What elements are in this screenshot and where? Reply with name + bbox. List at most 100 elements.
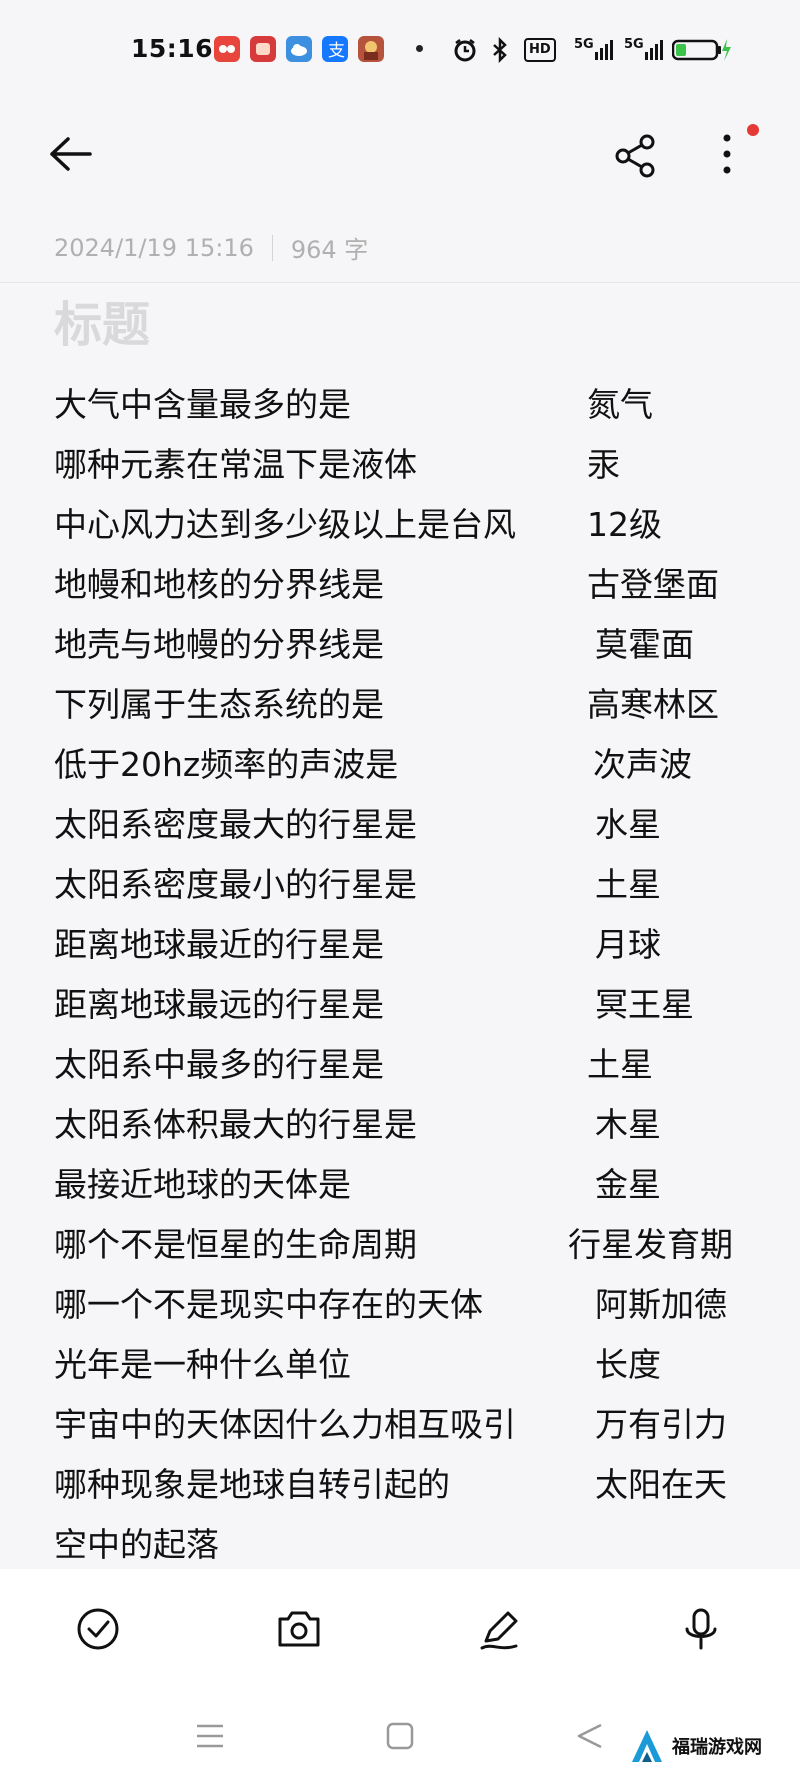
app-notification-icon-2 xyxy=(250,36,276,62)
qa-row: 地壳与地幔的分界线是 莫霍面 xyxy=(0,618,800,678)
answer-text: 长度 xyxy=(595,1345,661,1384)
qa-row: 太阳系体积最大的行星是 木星 xyxy=(0,1098,800,1158)
question-text: 最接近地球的天体是 xyxy=(54,1165,351,1204)
answer-text: 古登堡面 xyxy=(587,565,719,604)
qa-row: 最接近地球的天体是 金星 xyxy=(0,1158,800,1218)
alipay-icon: 支 xyxy=(322,36,348,62)
qa-row: 下列属于生态系统的是 高寒林区 xyxy=(0,678,800,738)
qa-row: 地幔和地核的分界线是 古登堡面 xyxy=(0,558,800,618)
more-vertical-icon xyxy=(723,134,731,174)
note-meta: 2024/1/19 15:16 964 字 xyxy=(54,230,368,265)
question-text: 哪个不是恒星的生命周期 xyxy=(54,1225,417,1264)
check-circle-icon xyxy=(77,1608,119,1650)
note-title-placeholder[interactable]: 标题 xyxy=(54,285,150,355)
note-timestamp: 2024/1/19 15:16 xyxy=(54,233,254,262)
menu-icon xyxy=(197,1724,223,1748)
qa-row: 哪种元素在常温下是液体 汞 xyxy=(0,438,800,498)
question-text: 低于20hz频率的声波是 xyxy=(54,745,399,784)
checklist-button[interactable] xyxy=(70,1601,126,1657)
qa-row: 哪个不是恒星的生命周期 行星发育期 xyxy=(0,1218,800,1278)
answer-text: 莫霍面 xyxy=(595,625,694,664)
signal-5g-icon-2: 5G xyxy=(624,36,664,64)
camera-button[interactable] xyxy=(271,1601,327,1657)
home-square-icon xyxy=(386,1722,414,1750)
answer-text: 汞 xyxy=(587,445,620,484)
status-bar: 15:16 支 HD 5G 5G xyxy=(0,0,800,100)
recent-apps-button[interactable] xyxy=(193,1719,227,1753)
hd-icon: HD xyxy=(524,36,556,64)
answer-text: 土星 xyxy=(595,865,661,904)
game-app-icon xyxy=(358,36,384,62)
answer-text: 万有引力 xyxy=(595,1405,727,1444)
back-button[interactable] xyxy=(48,134,96,174)
svg-text:支: 支 xyxy=(328,41,345,61)
answer-text: 水星 xyxy=(595,805,661,844)
answer-text: 次声波 xyxy=(593,745,692,784)
arrow-left-icon xyxy=(50,137,92,171)
qa-row: 太阳系密度最小的行星是 土星 xyxy=(0,858,800,918)
qa-row: 距离地球最近的行星是 月球 xyxy=(0,918,800,978)
answer-text: 12级 xyxy=(587,505,662,544)
bottom-toolbar xyxy=(0,1569,800,1689)
answer-text: 行星发育期 xyxy=(568,1225,733,1264)
app-notification-icon-1 xyxy=(214,36,240,62)
back-triangle-icon xyxy=(577,1723,602,1749)
qa-row: 光年是一种什么单位 长度 xyxy=(0,1338,800,1398)
more-notifications-dot xyxy=(416,45,423,52)
qa-row: 宇宙中的天体因什么力相互吸引 万有引力 xyxy=(0,1398,800,1458)
site-watermark: 福瑞游戏网 xyxy=(628,1726,762,1766)
answer-text: 木星 xyxy=(595,1105,661,1144)
alarm-icon xyxy=(452,36,478,64)
home-button[interactable] xyxy=(383,1719,417,1753)
question-text: 太阳系密度最小的行星是 xyxy=(54,865,417,904)
voice-input-button[interactable] xyxy=(673,1601,729,1657)
system-back-button[interactable] xyxy=(573,1719,607,1753)
answer-text: 氮气 xyxy=(587,385,653,424)
watermark-logo-icon xyxy=(632,1730,662,1762)
answer-text: 高寒林区 xyxy=(587,685,719,724)
qa-row: 太阳系中最多的行星是 土星 xyxy=(0,1038,800,1098)
pen-icon xyxy=(480,1611,518,1650)
answer-text: 土星 xyxy=(587,1045,653,1084)
question-text: 地幔和地核的分界线是 xyxy=(54,565,384,604)
note-word-count: 964 字 xyxy=(290,236,369,264)
share-icon xyxy=(615,134,655,178)
qa-row: 距离地球最远的行星是 冥王星 xyxy=(0,978,800,1038)
question-text: 哪种元素在常温下是液体 xyxy=(54,445,417,484)
share-button[interactable] xyxy=(612,132,660,180)
question-text: 距离地球最远的行星是 xyxy=(54,985,384,1024)
question-text: 哪种现象是地球自转引起的 xyxy=(54,1465,450,1504)
meta-divider xyxy=(271,234,273,261)
answer-text: 月球 xyxy=(595,925,661,964)
notification-badge xyxy=(747,124,759,136)
qa-row: 太阳系密度最大的行星是 水星 xyxy=(0,798,800,858)
bluetooth-icon xyxy=(490,36,510,64)
answer-text: 金星 xyxy=(595,1165,661,1204)
handwriting-button[interactable] xyxy=(472,1601,528,1657)
question-text: 距离地球最近的行星是 xyxy=(54,925,384,964)
question-text: 太阳系体积最大的行星是 xyxy=(54,1105,417,1144)
header-divider xyxy=(0,282,800,283)
question-text: 宇宙中的天体因什么力相互吸引 xyxy=(54,1405,516,1444)
battery-icon xyxy=(672,36,732,64)
qa-row: 大气中含量最多的是 氮气 xyxy=(0,378,800,438)
question-text: 哪一个不是现实中存在的天体 xyxy=(54,1285,483,1324)
weather-app-icon xyxy=(286,36,312,62)
question-text: 太阳系中最多的行星是 xyxy=(54,1045,384,1084)
camera-icon xyxy=(278,1611,320,1647)
question-text: 下列属于生态系统的是 xyxy=(54,685,384,724)
more-options-button[interactable] xyxy=(716,130,746,180)
qa-row: 哪种现象是地球自转引起的 太阳在天 xyxy=(0,1458,800,1518)
question-text: 地壳与地幔的分界线是 xyxy=(54,625,384,664)
question-text: 大气中含量最多的是 xyxy=(54,385,351,424)
qa-row: 哪一个不是现实中存在的天体 阿斯加德 xyxy=(0,1278,800,1338)
signal-5g-icon-1: 5G xyxy=(574,36,614,64)
answer-text: 阿斯加德 xyxy=(595,1285,727,1324)
question-text: 空中的起落 xyxy=(54,1525,219,1564)
answer-text: 太阳在天 xyxy=(595,1465,727,1504)
qa-row: 低于20hz频率的声波是 次声波 xyxy=(0,738,800,798)
question-text: 太阳系密度最大的行星是 xyxy=(54,805,417,844)
question-text: 光年是一种什么单位 xyxy=(54,1345,351,1384)
qa-row: 中心风力达到多少级以上是台风 12级 xyxy=(0,498,800,558)
question-text: 中心风力达到多少级以上是台风 xyxy=(54,505,516,544)
